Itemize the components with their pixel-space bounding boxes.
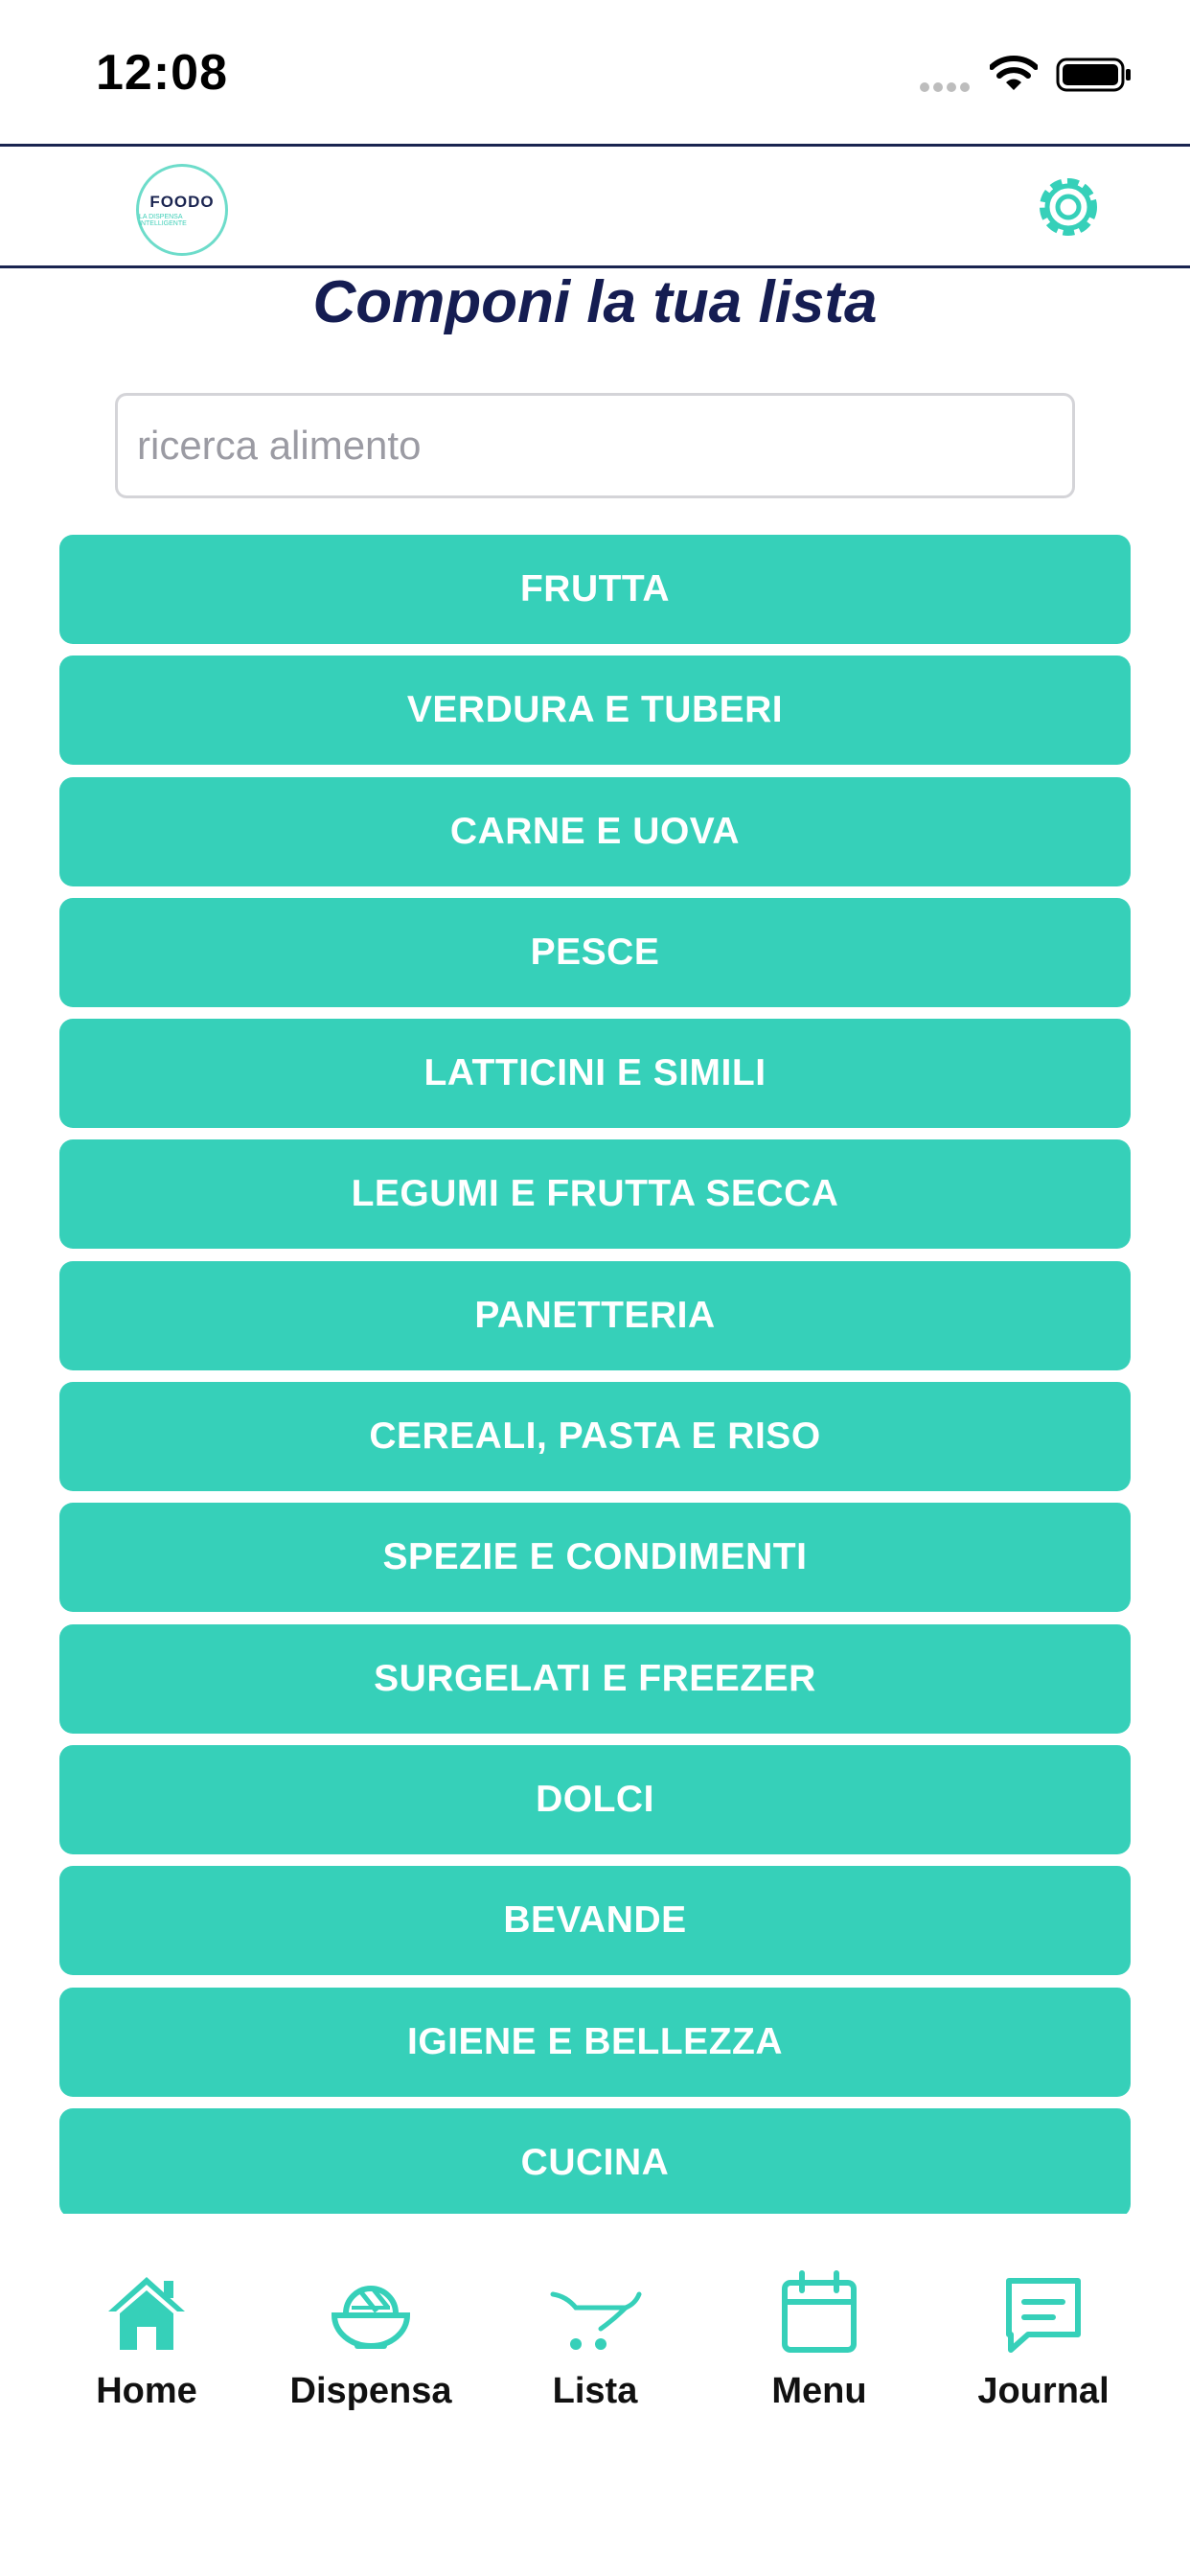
calendar-icon bbox=[782, 2270, 857, 2353]
category-button[interactable]: BEVANDE bbox=[59, 1866, 1131, 1976]
logo-text: FOODO bbox=[149, 193, 215, 211]
tab-menu-label: Menu bbox=[771, 2371, 867, 2411]
tab-dispensa[interactable]: Dispensa bbox=[265, 2242, 476, 2434]
cart-icon bbox=[550, 2291, 642, 2350]
category-button[interactable]: FRUTTA bbox=[59, 535, 1131, 644]
bowl-icon bbox=[331, 2286, 411, 2349]
category-button[interactable]: CUCINA bbox=[59, 2107, 1131, 2214]
category-button[interactable]: PESCE bbox=[59, 897, 1131, 1007]
category-button[interactable]: VERDURA E TUBERI bbox=[59, 656, 1131, 766]
logo-subtext: LA DISPENSA INTELLIGENTE bbox=[139, 214, 187, 227]
bottom-tab-bar: Home Dispensa Lista Menu Journal bbox=[0, 2242, 1190, 2434]
category-list: FRUTTA VERDURA E TUBERI CARNE E UOVA PESCE L… bbox=[59, 535, 1131, 2214]
tab-dispensa-label: Dispensa bbox=[289, 2371, 452, 2411]
category-button[interactable]: PANETTERIA bbox=[59, 1260, 1131, 1370]
tab-journal[interactable]: Journal bbox=[938, 2242, 1149, 2434]
category-button[interactable]: LATTICINI E SIMILI bbox=[59, 1019, 1131, 1129]
page-title: Componi la tua lista bbox=[312, 269, 878, 335]
status-time: 12:08 bbox=[96, 45, 228, 101]
home-icon bbox=[108, 2277, 185, 2350]
settings-gear-icon[interactable] bbox=[1027, 166, 1110, 248]
foodo-logo: FOODO LA DISPENSA INTELLIGENTE bbox=[136, 164, 228, 256]
category-button[interactable]: SPEZIE E CONDIMENTI bbox=[59, 1503, 1131, 1613]
chat-icon bbox=[1006, 2278, 1081, 2353]
search-input[interactable] bbox=[115, 393, 1075, 498]
tab-home-label: Home bbox=[96, 2371, 197, 2411]
tab-lista[interactable]: Lista bbox=[490, 2242, 700, 2434]
tab-journal-label: Journal bbox=[977, 2371, 1110, 2411]
category-button[interactable]: IGIENE E BELLEZZA bbox=[59, 1987, 1131, 2097]
category-button[interactable]: CEREALI, PASTA E RISO bbox=[59, 1382, 1131, 1492]
cellular-signal-icon bbox=[920, 80, 973, 97]
category-button[interactable]: LEGUMI E FRUTTA SECCA bbox=[59, 1139, 1131, 1250]
tab-lista-label: Lista bbox=[552, 2371, 638, 2411]
tab-home[interactable]: Home bbox=[41, 2242, 252, 2434]
category-button[interactable]: SURGELATI E FREEZER bbox=[59, 1623, 1131, 1734]
app-header: FOODO LA DISPENSA INTELLIGENTE bbox=[0, 144, 1190, 268]
wifi-icon bbox=[990, 56, 1038, 90]
category-button[interactable]: DOLCI bbox=[59, 1744, 1131, 1854]
status-bar: 12:08 bbox=[0, 0, 1190, 144]
tab-menu[interactable]: Menu bbox=[714, 2242, 925, 2434]
battery-icon bbox=[1056, 58, 1131, 92]
category-button[interactable]: CARNE E UOVA bbox=[59, 776, 1131, 886]
